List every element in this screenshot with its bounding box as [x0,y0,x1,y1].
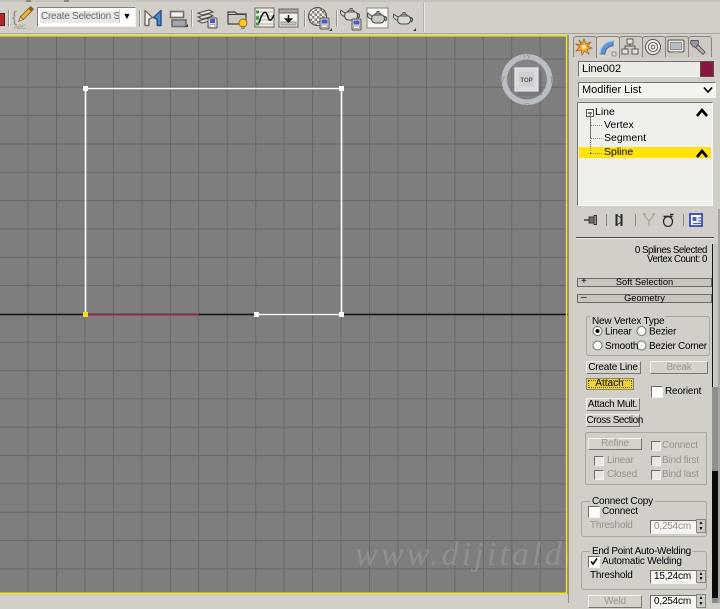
svg-text:N: N [523,50,530,61]
svg-text:{: { [12,9,17,26]
svg-text:Linear: Linear [605,327,632,338]
svg-text:S: S [524,102,531,113]
svg-text:E: E [550,75,557,86]
svg-text:Smooth: Smooth [605,341,638,352]
svg-text:TOP: TOP [520,78,532,84]
svg-text:W: W [495,75,505,86]
svg-text:Bezier Corner: Bezier Corner [649,341,708,352]
svg-text:ABC: ABC [14,25,27,30]
svg-text:Bezier: Bezier [649,327,677,338]
svg-text:www.dijitalde: www.dijitalde [355,536,568,573]
